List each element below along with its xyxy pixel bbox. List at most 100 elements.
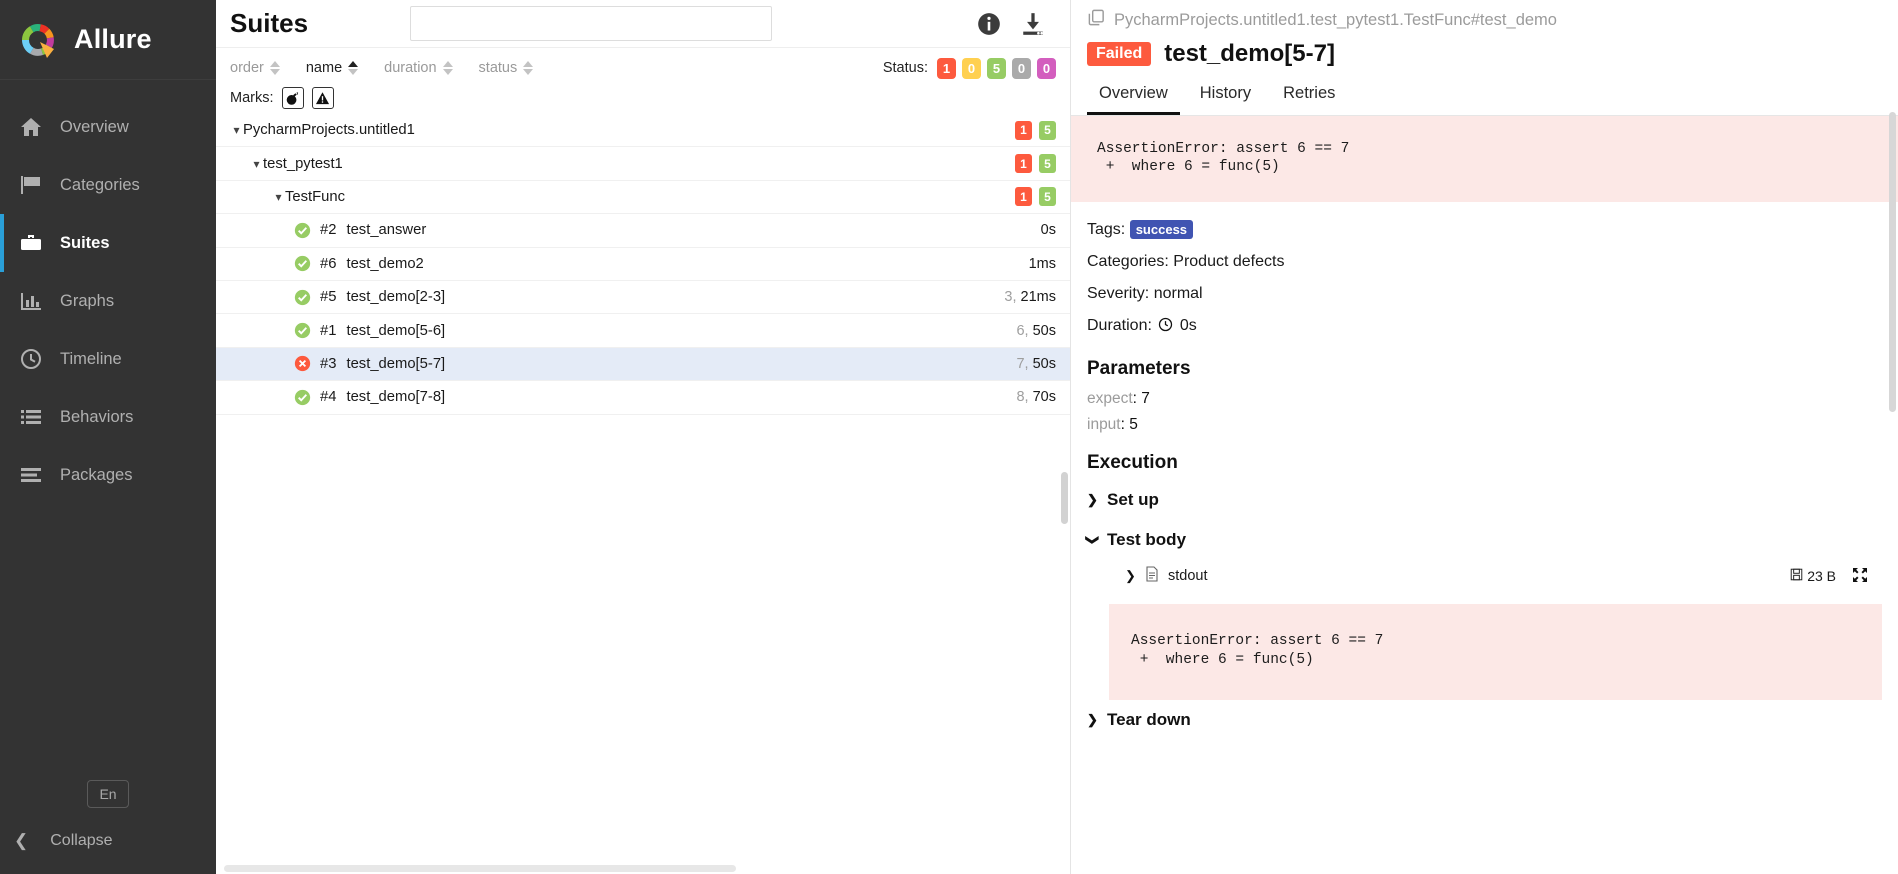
duration-value: 6, 50s (1016, 323, 1056, 339)
info-icon[interactable] (976, 11, 1002, 37)
sidebar-item-label: Behaviors (60, 407, 134, 426)
status-chip-failed[interactable]: 1 (937, 57, 956, 79)
sidebar-item-behaviors[interactable]: Behaviors (0, 388, 216, 446)
tags-label: Tags: (1087, 221, 1126, 239)
sidebar-nav: Overview Categories Suites Graphs Timeli… (0, 80, 216, 504)
table-row[interactable]: #2 test_answer 0s (216, 214, 1070, 248)
status-chip-broken[interactable]: 0 (962, 57, 981, 79)
test-number: #6 (320, 255, 337, 272)
status-chip-unknown[interactable]: 0 (1037, 57, 1056, 79)
marks-label: Marks: (230, 90, 274, 106)
language-button[interactable]: En (87, 780, 129, 808)
chevron-right-icon: ❯ (1087, 711, 1098, 727)
step-set-up[interactable]: ❯ Set up (1087, 480, 1898, 520)
error-message: AssertionError: assert 6 == 7 + where 6 … (1071, 116, 1898, 203)
sort-row: order name duration status Status: 1 0 5… (230, 54, 1056, 82)
table-row[interactable]: #3 test_demo[5-7] 7, 50s (216, 347, 1070, 382)
duration-value: 8, 70s (1016, 389, 1056, 405)
language-switcher[interactable]: En (0, 780, 216, 822)
tree-horizontal-scrollbar[interactable] (224, 865, 736, 872)
table-row[interactable]: ▾ TestFunc 1 5 (216, 181, 1070, 215)
sidebar-item-label: Graphs (60, 291, 115, 310)
tags-line: Tags: success (1087, 214, 1898, 246)
table-row[interactable]: #4 test_demo[7-8] 8, 70s (216, 381, 1070, 415)
breadcrumb[interactable]: PycharmProjects.untitled1.test_pytest1.T… (1071, 0, 1898, 34)
attachment-row[interactable]: ❯ stdout 23 B (1087, 560, 1882, 592)
tab-overview[interactable]: Overview (1087, 80, 1180, 115)
row-status-chips: 1 5 (1015, 154, 1056, 174)
sort-order[interactable]: order (230, 60, 280, 76)
attachment-size-text: 23 B (1807, 568, 1836, 585)
duration-line: Duration: 0s (1087, 310, 1898, 344)
detail-title-row: Failed test_demo[5-7] (1071, 34, 1898, 68)
table-row[interactable]: ▾ PycharmProjects.untitled1 1 5 (216, 114, 1070, 148)
test-name: test_demo[5-7] (346, 355, 446, 372)
status-chip-skipped[interactable]: 0 (1012, 57, 1031, 79)
tree-node-label: PycharmProjects.untitled1 (243, 122, 415, 139)
sort-arrows-icon (442, 61, 453, 75)
step-label: Test body (1107, 530, 1187, 550)
status-chip-passed[interactable]: 5 (987, 57, 1006, 79)
attachment-size: 23 B (1790, 568, 1836, 584)
test-number: #4 (320, 389, 337, 406)
tree-vertical-scrollbar[interactable] (1061, 472, 1068, 524)
suites-tree-panel: Suites order name duration status Status… (216, 0, 1071, 874)
row-duration: 3, 21ms (1004, 289, 1056, 305)
table-row[interactable]: #5 test_demo[2-3] 3, 21ms (216, 281, 1070, 315)
page-title: Suites (230, 8, 309, 38)
search-input[interactable] (410, 6, 772, 41)
status-badge-failed: 1 (1015, 187, 1032, 207)
sort-name[interactable]: name (306, 60, 359, 76)
status-passed-icon (294, 322, 311, 339)
sidebar-item-categories[interactable]: Categories (0, 156, 216, 214)
tree-body: ▾ PycharmProjects.untitled1 1 5 ▾ test_p… (216, 114, 1070, 874)
row-duration: 7, 50s (1016, 356, 1056, 372)
bomb-icon[interactable] (281, 87, 304, 109)
expand-icon[interactable] (1852, 567, 1868, 586)
tag-chip[interactable]: success (1129, 220, 1194, 240)
warning-triangle-icon[interactable] (311, 87, 334, 109)
brand-name: Allure (74, 24, 152, 54)
duration-value: 0s (1041, 222, 1056, 238)
test-name: test_answer (346, 222, 427, 239)
brand[interactable]: Allure (0, 0, 216, 80)
parameter-key: input (1087, 416, 1121, 434)
table-row[interactable]: ▾ test_pytest1 1 5 (216, 147, 1070, 181)
sort-label: order (230, 60, 264, 76)
table-row[interactable]: #6 test_demo2 1ms (216, 248, 1070, 281)
sidebar-item-suites[interactable]: Suites (0, 214, 216, 272)
row-duration: 0s (1041, 222, 1056, 238)
sidebar-item-overview[interactable]: Overview (0, 98, 216, 156)
table-row[interactable]: #1 test_demo[5-6] 6, 50s (216, 314, 1070, 348)
sidebar-item-label: Categories (60, 175, 140, 194)
step-tear-down[interactable]: ❯ Tear down (1071, 700, 1898, 740)
step-test-body[interactable]: ❯ Test body (1086, 520, 1898, 560)
chevron-down-icon[interactable]: ▾ (230, 123, 243, 137)
copy-icon[interactable] (1087, 8, 1106, 32)
detail-vertical-scrollbar[interactable] (1889, 112, 1896, 412)
test-name: test_demo2 (346, 255, 424, 272)
sidebar-item-packages[interactable]: Packages (0, 446, 216, 504)
row-duration: 8, 70s (1016, 389, 1056, 405)
chevron-down-icon[interactable]: ▾ (250, 157, 263, 171)
test-metadata: Tags: success Categories: Product defect… (1071, 202, 1898, 592)
download-icon[interactable] (1020, 11, 1046, 37)
chevron-down-icon[interactable]: ▾ (272, 190, 285, 204)
sidebar-item-timeline[interactable]: Timeline (0, 330, 216, 388)
row-duration: 1ms (1029, 256, 1056, 272)
collapse-button[interactable]: ❮ Collapse (0, 822, 216, 860)
list-icon (18, 404, 44, 430)
sort-duration[interactable]: duration (384, 60, 453, 76)
sort-arrows-icon (348, 61, 359, 75)
tab-retries[interactable]: Retries (1271, 80, 1347, 115)
chevron-right-icon: ❯ (1087, 492, 1098, 508)
detail-tabs: Overview History Retries (1071, 68, 1898, 116)
parameter-value: 7 (1141, 390, 1150, 408)
status-passed-icon (294, 289, 311, 306)
clock-icon (18, 346, 44, 372)
sort-status[interactable]: status (479, 60, 534, 76)
breadcrumb-text: PycharmProjects.untitled1.test_pytest1.T… (1114, 10, 1557, 29)
sidebar-item-graphs[interactable]: Graphs (0, 272, 216, 330)
status-passed-icon (294, 222, 311, 239)
tab-history[interactable]: History (1188, 80, 1263, 115)
